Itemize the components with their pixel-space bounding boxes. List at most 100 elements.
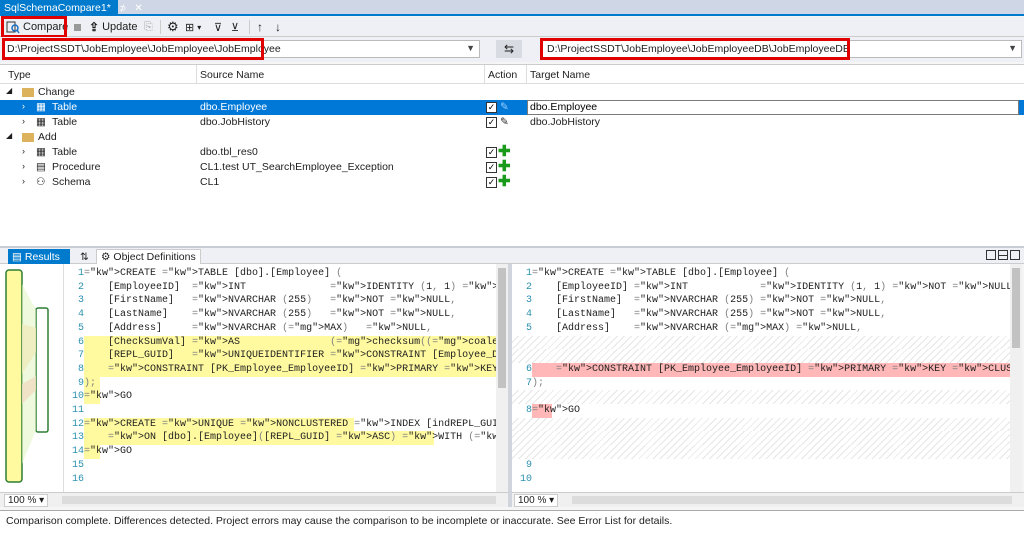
col-type-header[interactable]: Type (8, 69, 31, 81)
document-tab[interactable]: SqlSchemaCompare1* ⊅ ✕ (0, 0, 143, 16)
code-line[interactable]: 5 [Address] ="kw">NVARCHAR (="mg">MAX) =… (512, 322, 1010, 336)
code-line[interactable]: 10 ="kw">GO (64, 390, 496, 404)
tab-results-label: Results (24, 250, 60, 263)
code-line[interactable]: 16 (64, 473, 496, 487)
table-row[interactable]: › ▦ Table dbo.tbl_res0 ✓ ✚ (0, 143, 1024, 160)
code-line[interactable]: 7 [REPL_GUID] ="kw">UNIQUEIDENTIFIER ="k… (64, 349, 496, 363)
source-code-pane[interactable]: 1 ="kw">CREATE ="kw">TABLE [dbo].[Employe… (64, 264, 496, 492)
tab-results[interactable]: ▤ Results (8, 249, 70, 264)
line-text: ="kw">CONSTRAINT [PK_Employee_EmployeeID… (108, 363, 496, 375)
table-row[interactable]: › ▦ Table dbo.Employee ✓ ✎ dbo.Employee (0, 100, 1024, 115)
code-line[interactable]: 4 [LastName] ="kw">NVARCHAR (255) ="kw">… (512, 308, 1010, 322)
gap-line[interactable] (512, 445, 1010, 459)
code-line[interactable]: 15 (64, 459, 496, 473)
source-vertical-scrollbar[interactable] (496, 264, 508, 492)
gap-line[interactable] (512, 431, 1010, 446)
col-target-header[interactable]: Target Name (530, 69, 590, 81)
table-row[interactable]: › ⚇ Schema CL1 ✓ ✚ (0, 173, 1024, 190)
row-type: Table (52, 101, 78, 113)
document-tab-title: SqlSchemaCompare1* (4, 2, 111, 14)
horizontal-layout-icon[interactable] (998, 250, 1008, 260)
line-text: ); (532, 377, 545, 389)
sort-button[interactable]: ⇅ (76, 249, 93, 264)
add-icon: ✚ (498, 173, 511, 190)
group-row-add[interactable]: ◢ Add (0, 130, 1024, 145)
switch-direction-button[interactable]: ⇆ (496, 40, 522, 58)
filter-options-button[interactable]: ⊻ (231, 19, 239, 35)
gap-line[interactable] (512, 390, 1010, 404)
col-source-header[interactable]: Source Name (200, 69, 264, 81)
chevron-right-icon[interactable]: › (22, 101, 25, 111)
swap-icon: ⇆ (503, 42, 515, 56)
include-checkbox[interactable]: ✓ (486, 117, 497, 128)
include-checkbox[interactable]: ✓ (486, 147, 497, 158)
target-vertical-scrollbar[interactable] (1010, 264, 1022, 492)
gap-line[interactable] (512, 349, 1010, 363)
gap-line[interactable] (512, 335, 1010, 350)
code-line[interactable]: 8 ="kw">CONSTRAINT [PK_Employee_Employee… (64, 362, 496, 377)
col-action-header[interactable]: Action (488, 69, 517, 81)
update-button[interactable]: ⇪ Update (89, 19, 138, 35)
code-line[interactable]: 5 [Address] ="kw">NVARCHAR (="mg">MAX) =… (64, 322, 496, 336)
code-line[interactable]: 14 ="kw">GO (64, 445, 496, 459)
code-line[interactable]: 10 (512, 473, 1010, 487)
code-line[interactable]: 2 [EmployeeID] ="kw">INT ="kw">IDENTITY … (512, 281, 1010, 295)
code-line[interactable]: 6 ="kw">CONSTRAINT [PK_Employee_Employee… (512, 362, 1010, 377)
chevron-down-icon[interactable]: ◢ (6, 86, 12, 95)
horizontal-scrollbar[interactable] (572, 496, 1012, 504)
code-line[interactable]: 9); (64, 376, 496, 391)
generate-script-button[interactable]: ⎘ (144, 19, 153, 35)
table-icon: ▦ (36, 101, 46, 113)
include-checkbox[interactable]: ✓ (486, 177, 497, 188)
code-line[interactable]: 1 ="kw">CREATE ="kw">TABLE [dbo].[Employe… (64, 267, 496, 281)
vertical-layout-icon[interactable] (986, 250, 996, 260)
chevron-right-icon[interactable]: › (22, 146, 25, 156)
code-line[interactable]: 13 ="kw">ON [dbo].[Employee]([REPL_GUID]… (64, 431, 496, 446)
pin-icon[interactable]: ⊅ (119, 3, 127, 14)
code-line[interactable]: 3 [FirstName] ="kw">NVARCHAR (255) ="kw"… (64, 294, 496, 308)
add-icon: ✚ (498, 158, 511, 175)
table-row[interactable]: › ▤ Procedure CL1.test UT_SearchEmployee… (0, 158, 1024, 175)
close-icon[interactable]: ✕ (134, 3, 142, 14)
scroll-thumb[interactable] (498, 268, 506, 388)
previous-change-button[interactable]: ↑ (257, 19, 263, 35)
add-icon: ✚ (498, 143, 511, 160)
code-line[interactable]: 12 ="kw">CREATE ="kw">UNIQUE ="kw">NONCLU… (64, 417, 496, 432)
filter-button[interactable]: ⊽ (214, 19, 222, 35)
stop-button[interactable] (74, 19, 81, 35)
single-pane-icon[interactable] (1010, 250, 1020, 260)
options-button[interactable]: ⚙ (167, 19, 179, 35)
gap-line[interactable] (512, 417, 1010, 432)
code-line[interactable]: 9 (512, 459, 1010, 473)
toolbar: Compare ⇪ Update ⎘ ⚙ ⊞ ▾ ⊽ ⊻ ↑ ↓ (0, 16, 1024, 38)
include-checkbox[interactable]: ✓ (486, 102, 497, 113)
overview-margin[interactable] (0, 264, 64, 492)
chevron-right-icon[interactable]: › (22, 161, 25, 171)
line-number: 9 (525, 459, 532, 471)
group-row-change[interactable]: ◢ Change (0, 85, 1024, 100)
code-line[interactable]: 11 (64, 404, 496, 418)
chevron-right-icon[interactable]: › (22, 116, 25, 126)
code-line[interactable]: 2 [EmployeeID] ="kw">INT ="kw">IDENTITY … (64, 281, 496, 295)
zoom-dropdown[interactable]: 100 % ▾ (4, 494, 49, 507)
scroll-thumb[interactable] (1012, 268, 1020, 348)
code-line[interactable]: 8 ="kw">GO (512, 404, 1010, 418)
include-checkbox[interactable]: ✓ (486, 162, 497, 173)
code-line[interactable]: 3 [FirstName] ="kw">NVARCHAR (255) ="kw"… (512, 294, 1010, 308)
chevron-down-icon[interactable]: ◢ (6, 131, 12, 140)
code-line[interactable]: 6 [CheckSumVal] ="kw">AS (="mg">checksum… (64, 335, 496, 350)
table-row[interactable]: › ▦ Table dbo.JobHistory ✓ ✎ dbo.JobHist… (0, 115, 1024, 130)
code-line[interactable]: 4 [LastName] ="kw">NVARCHAR (255) ="kw">… (64, 308, 496, 322)
code-line[interactable]: 1 ="kw">CREATE ="kw">TABLE [dbo].[Employe… (512, 267, 1010, 281)
horizontal-scrollbar[interactable] (62, 496, 496, 504)
chevron-right-icon[interactable]: › (22, 176, 25, 186)
code-line[interactable]: 7); (512, 377, 1010, 391)
line-number: 5 (525, 322, 532, 334)
next-change-button[interactable]: ↓ (275, 19, 281, 35)
zoom-dropdown[interactable]: 100 % ▾ (514, 494, 559, 507)
line-number: 5 (77, 322, 84, 334)
group-results-button[interactable]: ⊞ ▾ (185, 19, 201, 35)
group-icon: ⊞ (185, 21, 195, 34)
target-code-pane[interactable]: 1 ="kw">CREATE ="kw">TABLE [dbo].[Employe… (512, 264, 1010, 492)
tab-object-definitions[interactable]: ⚙ Object Definitions (96, 249, 201, 264)
